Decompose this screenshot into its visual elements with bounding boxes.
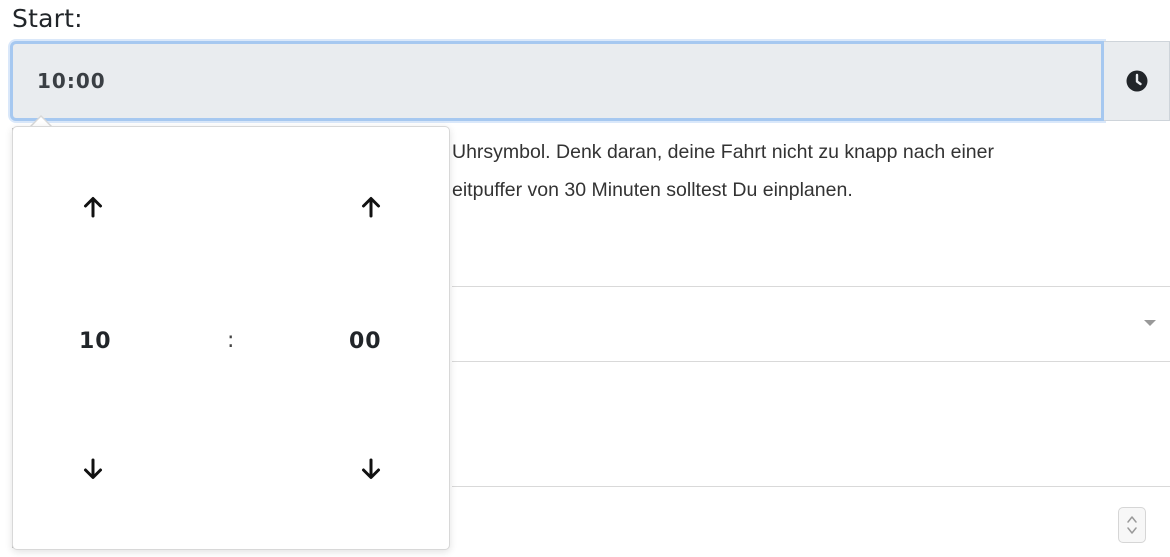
help-text: Uhrsymbol. Denk daran, deine Fahrt nicht… xyxy=(452,133,994,209)
chevron-up-down-icon xyxy=(1127,516,1137,534)
arrow-down-icon xyxy=(362,458,380,479)
time-form: Start: 10:00 Uhrsymbol. Denk daran, dein… xyxy=(0,0,1170,557)
arrow-up-icon xyxy=(362,197,380,218)
arrow-down-icon xyxy=(84,458,102,479)
time-separator: : xyxy=(227,328,235,353)
start-time-input-group: 10:00 xyxy=(10,41,1170,121)
select-field[interactable] xyxy=(452,286,1170,362)
number-spinner-icon[interactable] xyxy=(1118,507,1146,543)
decrement-hours-button[interactable] xyxy=(63,439,123,499)
hours-value[interactable]: 10 xyxy=(79,329,112,354)
start-time-input[interactable]: 10:00 xyxy=(10,41,1104,121)
timepicker-dropdown: 10 : 00 xyxy=(12,126,450,550)
caret-down-icon xyxy=(1144,320,1156,326)
number-field[interactable] xyxy=(452,486,1170,557)
decrement-minutes-button[interactable] xyxy=(341,439,401,499)
increment-minutes-button[interactable] xyxy=(341,177,401,237)
minutes-value[interactable]: 00 xyxy=(349,329,382,354)
increment-hours-button[interactable] xyxy=(63,177,123,237)
clock-icon xyxy=(1126,70,1147,92)
arrow-up-icon xyxy=(84,197,102,218)
clock-button[interactable] xyxy=(1104,41,1170,121)
start-label: Start: xyxy=(12,4,83,33)
help-text-line: eitpuffer von 30 Minuten solltest Du ein… xyxy=(452,179,853,201)
help-text-line: Uhrsymbol. Denk daran, deine Fahrt nicht… xyxy=(452,141,994,163)
